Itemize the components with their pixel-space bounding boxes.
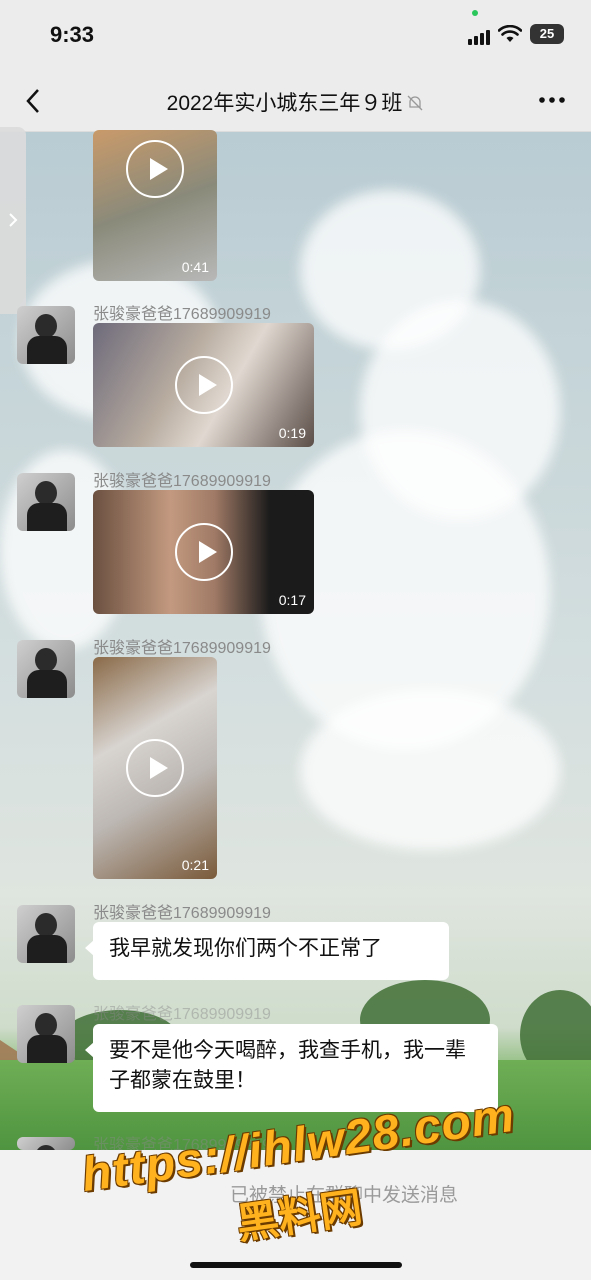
avatar[interactable] — [17, 1137, 75, 1150]
chevron-right-icon — [9, 213, 18, 227]
video-duration: 0:17 — [278, 592, 306, 608]
privacy-indicator-icon — [472, 10, 478, 16]
sender-name: 张骏豪爸爸17689909919 — [93, 306, 271, 323]
status-time: 9:33 — [50, 22, 95, 47]
play-icon — [126, 140, 184, 198]
avatar[interactable] — [17, 1005, 75, 1063]
cellular-signal-icon — [468, 27, 492, 45]
battery-icon: 25 — [530, 24, 564, 44]
avatar[interactable] — [17, 905, 75, 963]
video-message[interactable]: 0:19 — [93, 323, 314, 447]
chat-title-wrap: 2022年实小城东三年９班 — [0, 87, 591, 117]
wifi-icon — [498, 25, 522, 42]
mute-bell-icon — [407, 95, 423, 111]
text-message[interactable]: 我早就发现你们两个不正常了 — [85, 922, 449, 980]
chat-background — [0, 130, 591, 1150]
avatar[interactable] — [17, 473, 75, 531]
sender-name: 张骏豪爸爸17689909919 — [93, 905, 271, 922]
more-options-icon[interactable] — [537, 90, 567, 110]
play-icon — [175, 356, 233, 414]
video-message[interactable]: 0:41 — [93, 130, 217, 281]
play-icon — [126, 739, 184, 797]
avatar[interactable] — [17, 306, 75, 364]
sender-name: 张骏豪爸爸17689909919 — [93, 1006, 271, 1023]
sender-name: 张骏豪爸爸17689909919 — [93, 640, 271, 657]
chat-title: 2022年实小城东三年９班 — [166, 92, 403, 115]
play-icon — [175, 523, 233, 581]
video-duration: 0:19 — [278, 425, 306, 441]
video-message[interactable]: 0:21 — [93, 657, 217, 879]
video-duration: 0:21 — [181, 857, 209, 873]
chat-header: 2022年实小城东三年９班 — [0, 70, 591, 132]
status-bar: 9:33 25 — [0, 0, 591, 70]
side-drawer-tab[interactable] — [0, 127, 26, 314]
video-message[interactable]: 0:17 — [93, 490, 314, 614]
home-indicator[interactable] — [190, 1262, 402, 1268]
sender-name: 张骏豪爸爸17689909919 — [93, 473, 271, 490]
avatar[interactable] — [17, 640, 75, 698]
video-duration: 0:41 — [181, 259, 209, 275]
